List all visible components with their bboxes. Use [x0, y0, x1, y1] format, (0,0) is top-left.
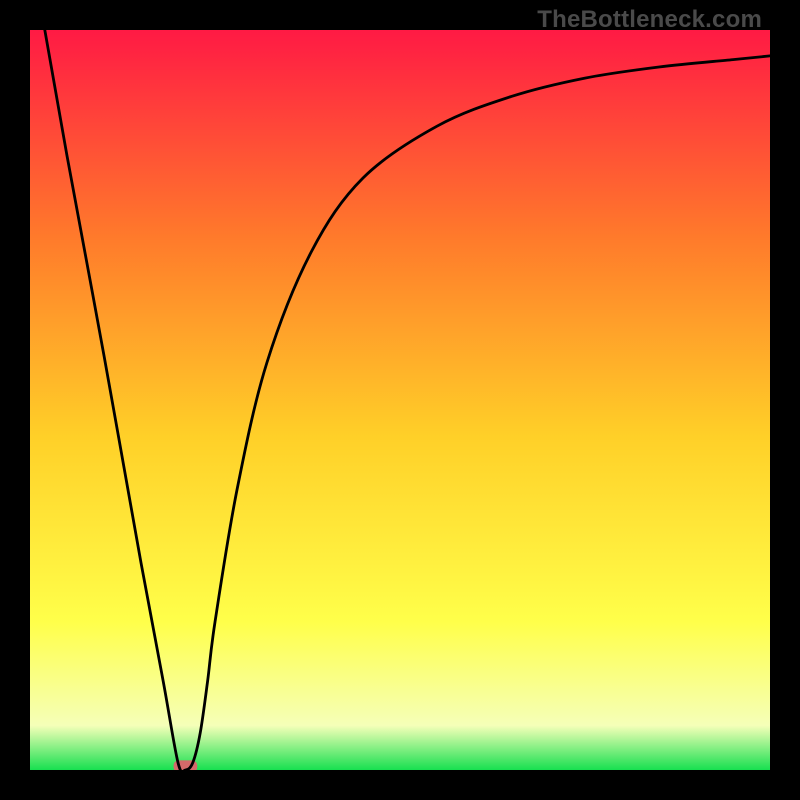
gradient-background — [30, 30, 770, 770]
chart-frame: TheBottleneck.com — [0, 0, 800, 800]
plot-area — [30, 30, 770, 770]
watermark-text: TheBottleneck.com — [537, 6, 762, 34]
plot-svg — [30, 30, 770, 770]
